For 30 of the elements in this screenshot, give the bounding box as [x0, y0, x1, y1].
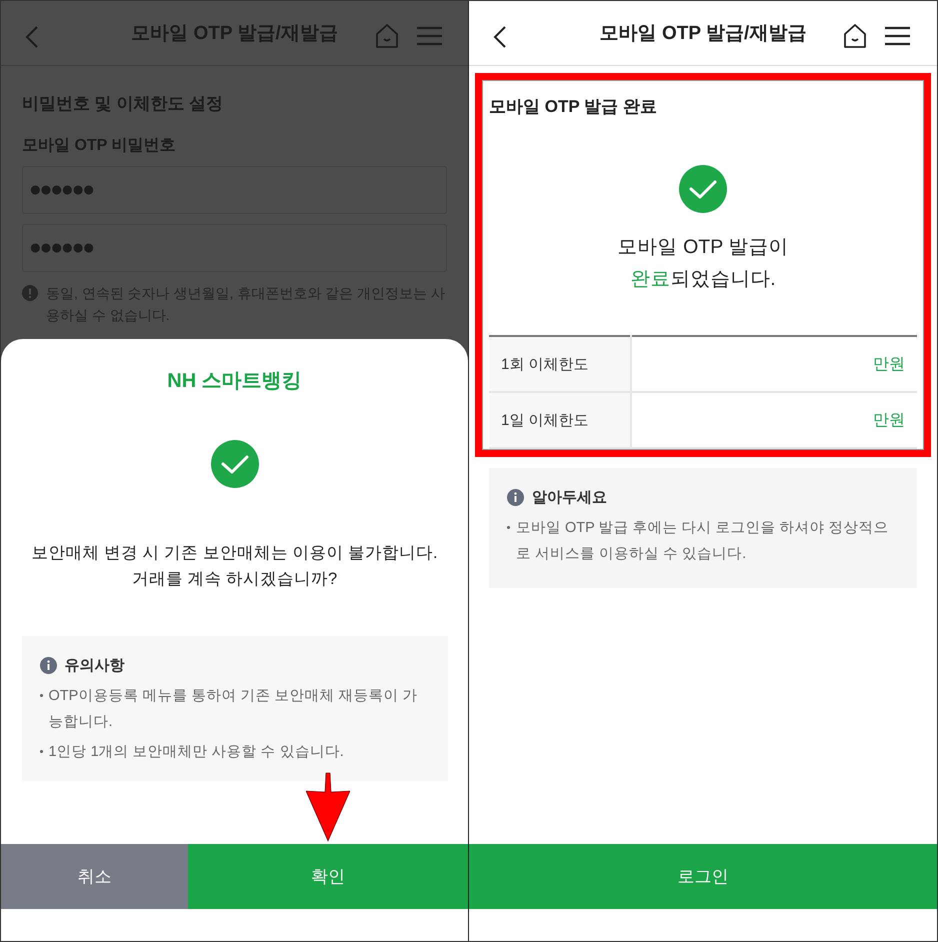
info-icon	[507, 489, 524, 506]
check-icon	[210, 440, 258, 488]
info-icon	[40, 657, 56, 674]
dialog-message: 보안매체 변경 시 기존 보안매체는 이용이 불가합니다. 거래를 계속 하시겠습니까?	[31, 543, 438, 590]
notice-title: 알아두세요	[532, 488, 607, 507]
back-icon[interactable]	[493, 25, 507, 49]
confirm-button[interactable]: 확인	[188, 844, 468, 909]
warning-icon	[22, 285, 38, 301]
logo-text: NH 스마트뱅킹	[167, 369, 302, 394]
menu-icon[interactable]	[885, 26, 910, 46]
limit-value: 만원	[631, 336, 917, 392]
limit-value: 만원	[631, 392, 917, 448]
result-message: 모바일 OTP 발급이 완료되었습니다.	[618, 236, 788, 290]
notice-text: 1인당 1개의 보안매체만 사용할 수 있습니다.	[48, 743, 344, 762]
bullet-icon	[507, 526, 510, 529]
notice-text: OTP이용등록 메뉴를 통하여 기존 보안매체 재등록이 가능합니다.	[48, 687, 418, 732]
check-icon	[679, 165, 727, 213]
home-icon[interactable]	[843, 23, 867, 49]
notice-title: 유의사항	[64, 656, 124, 675]
result-title: 모바일 OTP 발급 완료	[489, 97, 657, 116]
bullet-icon	[40, 694, 42, 697]
limit-label: 1회 이체한도	[489, 336, 631, 392]
cancel-button[interactable]: 취소	[1, 844, 188, 909]
limit-label: 1일 이체한도	[489, 392, 631, 448]
login-button[interactable]: 로그인	[469, 844, 937, 909]
notice-text: 모바일 OTP 발급 후에는 다시 로그인을 하셔야 정상적으로 서비스를 이용하실 수 있습니다.	[516, 519, 890, 564]
password-field[interactable]: ●●●●●●	[22, 224, 447, 272]
bullet-icon	[40, 750, 42, 753]
password-field[interactable]: ●●●●●●	[22, 166, 447, 214]
screen-title: 모바일 OTP 발급/재발급	[600, 23, 806, 44]
